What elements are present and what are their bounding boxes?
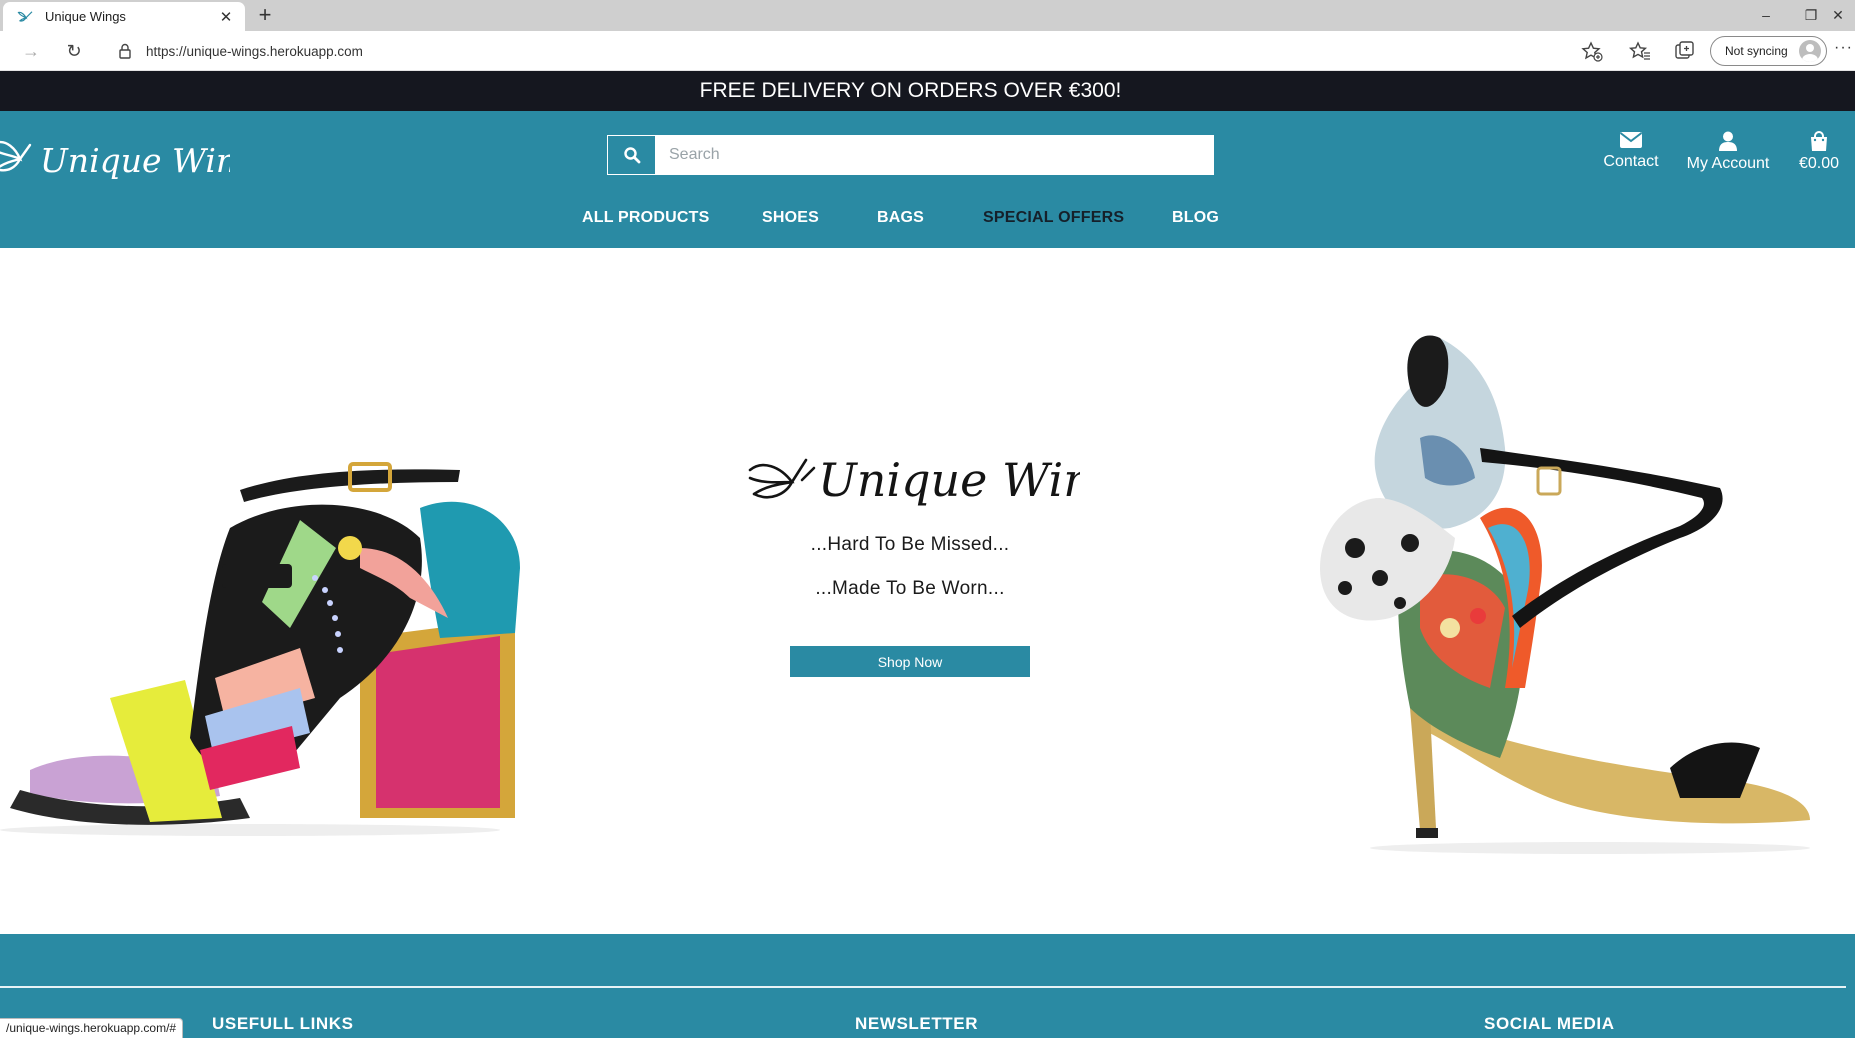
browser-tab[interactable]: Unique Wings ✕: [3, 2, 245, 31]
contact-label: Contact: [1603, 153, 1659, 170]
search-icon: [623, 147, 640, 164]
hero-brand-logo: Unique Wings: [748, 453, 1080, 507]
site-header: Unique Wings Contact My Account €0.0: [0, 111, 1855, 248]
close-window-button[interactable]: ✕: [1818, 2, 1855, 28]
search-button[interactable]: [608, 136, 656, 174]
shopping-bag-icon: [1811, 131, 1827, 151]
footer-divider: [0, 986, 1846, 988]
nav-blog[interactable]: BLOG: [1172, 209, 1219, 227]
brand-name: Unique Wings: [40, 141, 230, 180]
tab-close-icon[interactable]: ✕: [217, 8, 235, 26]
footer-heading-social-media: SOCIAL MEDIA: [1484, 1014, 1615, 1033]
browser-toolbar: → ↻ https://unique-wings.herokuapp.com N…: [0, 31, 1855, 71]
browser-tab-strip: Unique Wings ✕ + – ❐ ✕: [0, 0, 1855, 31]
address-bar[interactable]: https://unique-wings.herokuapp.com: [104, 36, 1606, 66]
nav-all-products[interactable]: ALL PRODUCTS: [582, 209, 709, 227]
butterfly-stiletto-sandal-image[interactable]: [1250, 328, 1820, 858]
main-navigation: ALL PRODUCTS SHOES BAGS SPECIAL OFFERS B…: [0, 209, 1855, 235]
footer-heading-useful-links: USEFULL LINKS: [212, 1014, 354, 1033]
footer-heading-newsletter: NEWSLETTER: [855, 1014, 979, 1033]
cart-link[interactable]: €0.00: [1790, 131, 1848, 173]
hero-brand-name: Unique Wings: [818, 453, 1080, 507]
hero-tagline-2: ...Made To Be Worn...: [815, 578, 1005, 599]
add-favorite-icon[interactable]: [1579, 38, 1605, 64]
my-account-link[interactable]: My Account: [1682, 131, 1774, 173]
status-bar-url: /unique-wings.herokuapp.com/#: [0, 1018, 184, 1038]
favorites-icon[interactable]: [1627, 38, 1653, 64]
butterfly-favicon-icon: [17, 10, 33, 22]
address-bar-url[interactable]: https://unique-wings.herokuapp.com: [146, 44, 363, 59]
brand-logo[interactable]: Unique Wings: [0, 129, 230, 189]
settings-more-icon[interactable]: ···: [1834, 39, 1854, 57]
search-bar: [607, 135, 1214, 175]
refresh-button[interactable]: ↻: [59, 37, 89, 65]
shop-now-button[interactable]: Shop Now: [790, 646, 1030, 677]
profile-sync-button[interactable]: Not syncing: [1710, 36, 1827, 66]
envelope-icon: [1619, 132, 1643, 148]
site-footer: USEFULL LINKS NEWSLETTER SOCIAL MEDIA: [0, 934, 1855, 1038]
new-tab-button[interactable]: +: [252, 3, 278, 29]
collections-icon[interactable]: [1671, 38, 1697, 64]
hero-content: Unique Wings ...Hard To Be Missed... ...…: [720, 438, 1100, 677]
contact-link[interactable]: Contact: [1591, 131, 1671, 171]
hero-section: Unique Wings ...Hard To Be Missed... ...…: [0, 248, 1855, 934]
browser-tab-title: Unique Wings: [45, 9, 126, 24]
my-account-label: My Account: [1686, 155, 1770, 172]
nav-shoes[interactable]: SHOES: [762, 209, 819, 227]
profile-avatar-icon: [1799, 40, 1821, 62]
search-input[interactable]: [656, 136, 1213, 174]
announcement-bar: FREE DELIVERY ON ORDERS OVER €300!: [0, 71, 1855, 111]
nav-bags[interactable]: BAGS: [877, 209, 924, 227]
minimize-window-button[interactable]: –: [1746, 2, 1786, 28]
back-button[interactable]: →: [16, 37, 46, 65]
user-icon: [1719, 131, 1737, 151]
colorful-block-heel-sandal-image[interactable]: [0, 398, 560, 838]
nav-special-offers[interactable]: SPECIAL OFFERS: [983, 209, 1124, 227]
sync-status-label: Not syncing: [1725, 44, 1788, 58]
hero-tagline-1: ...Hard To Be Missed...: [810, 534, 1010, 555]
cart-total: €0.00: [1798, 155, 1840, 172]
lock-icon[interactable]: [116, 42, 134, 60]
